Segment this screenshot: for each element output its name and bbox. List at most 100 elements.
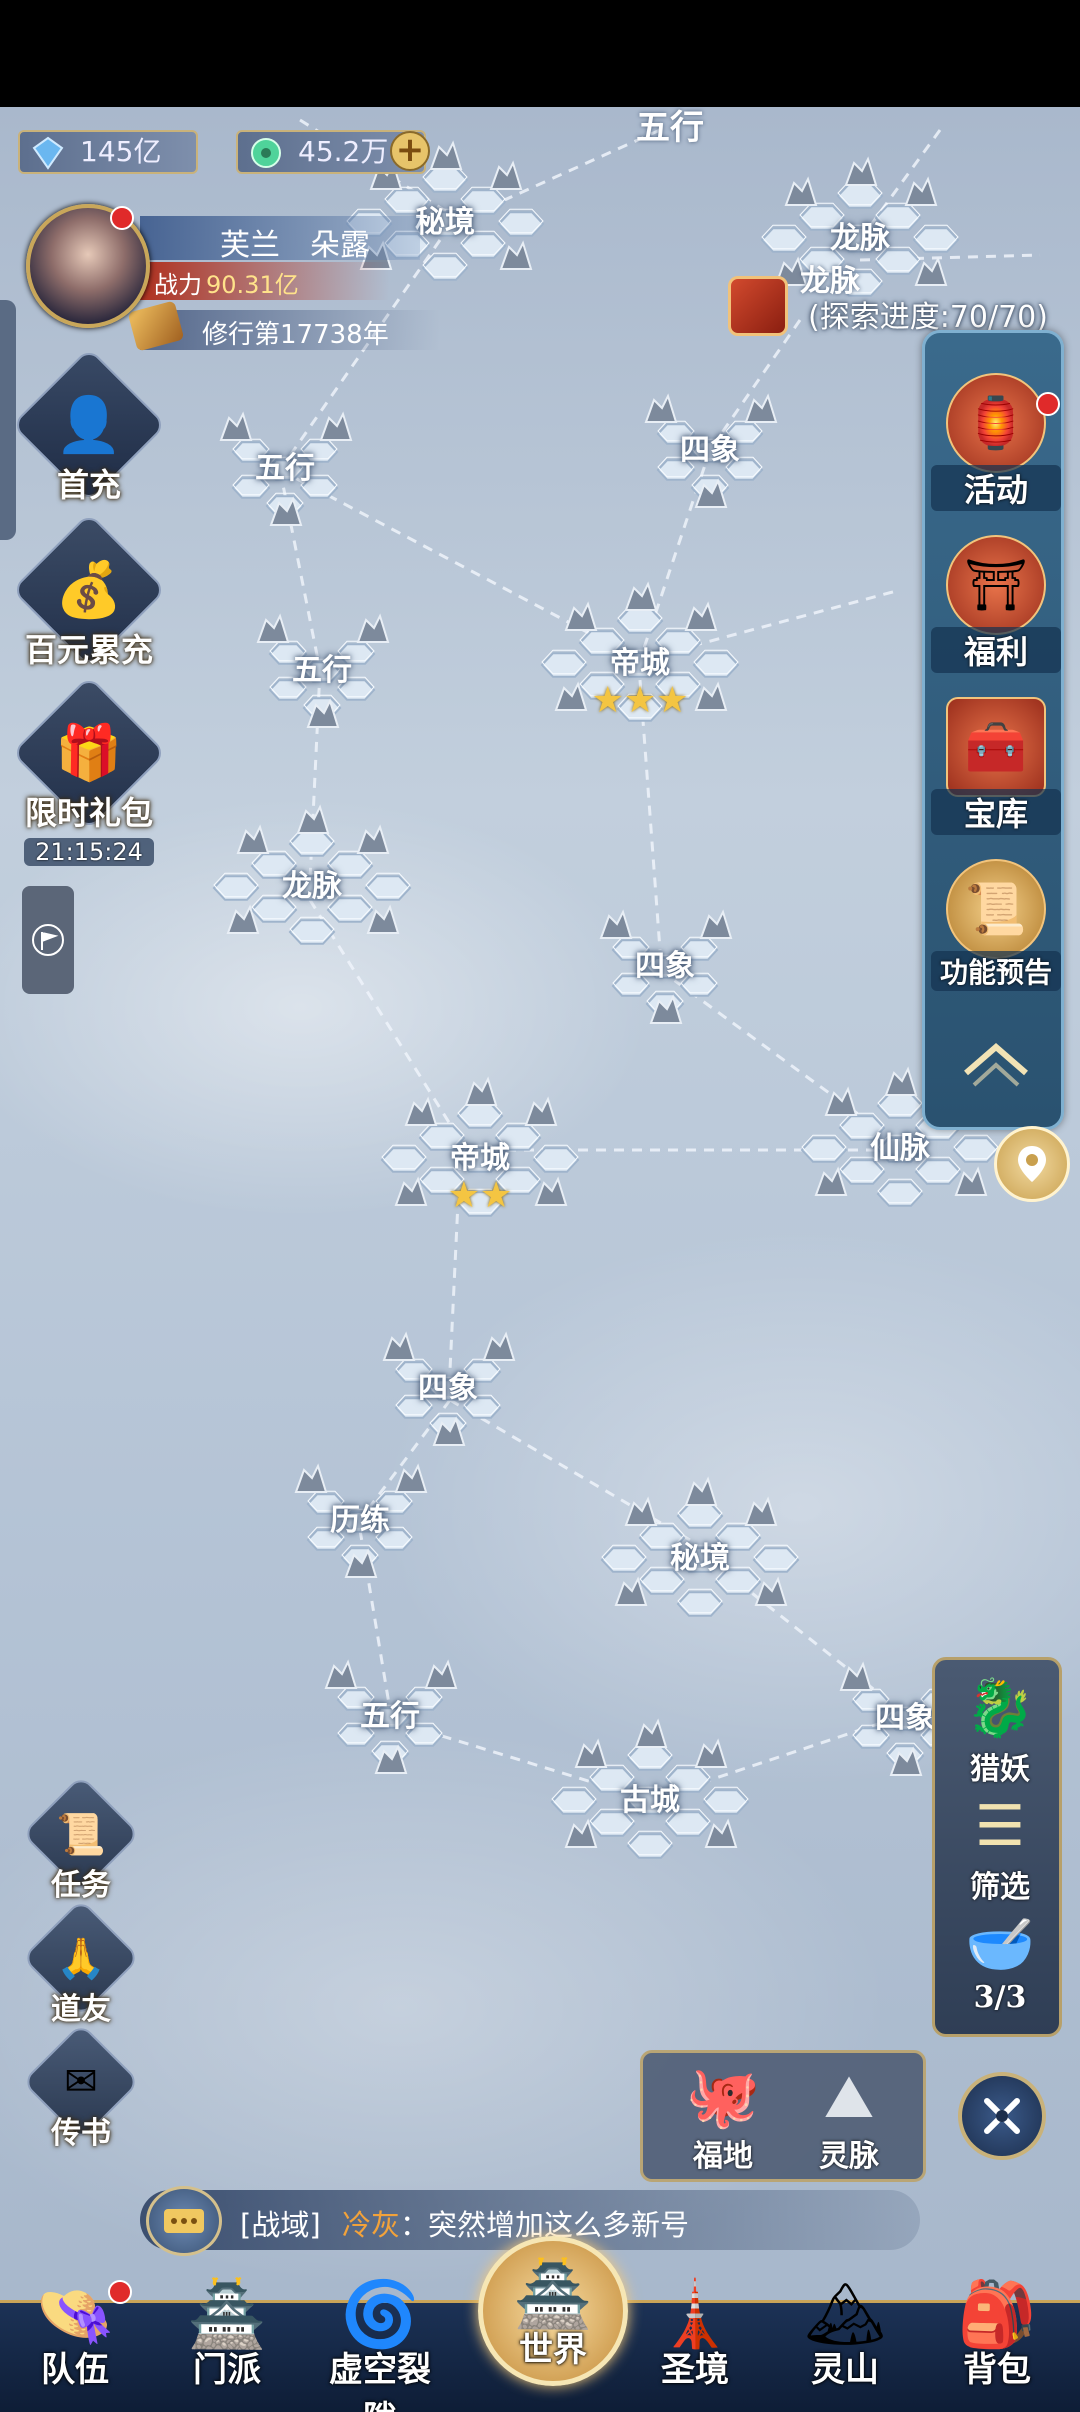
feature-preview-label: 功能预告: [931, 951, 1061, 991]
right-tools-panel: 🐉 猎妖 ☰ 筛选 🥣 3/3: [932, 1657, 1062, 2037]
map-node-label: 龙脉: [282, 869, 342, 904]
map-node-sixiang-2[interactable]: 四象: [565, 883, 765, 1053]
nav-mountain[interactable]: 🏔 灵山: [780, 2270, 910, 2391]
map-node-stars: ★★: [447, 1175, 513, 1216]
nav-label: 圣境: [661, 2350, 729, 2390]
chat-sender: 冷灰: [342, 2208, 401, 2242]
nav-label: 虚空裂隙: [329, 2350, 431, 2412]
spirit-vein-label: 灵脉: [819, 2139, 879, 2174]
status-bar: [0, 0, 1080, 107]
player-name-bar: 芙兰 朵露: [140, 216, 420, 263]
lantern-icon: 🏮: [946, 373, 1046, 473]
nav-label: 门派: [193, 2350, 261, 2390]
collapse-panel-button[interactable]: [925, 1033, 1067, 1097]
bowl-icon: 🥣: [965, 1912, 1035, 1977]
friends-label: 道友: [51, 1992, 111, 2027]
map-node-dicheng-2[interactable]: 帝城 ★★: [380, 1075, 580, 1245]
letters-label: 传书: [51, 2116, 111, 2151]
flag-icon: [32, 924, 64, 956]
spirit-stone-value: 145亿: [80, 135, 162, 168]
map-node-label: 四象: [680, 433, 740, 468]
treasury-label: 宝库: [931, 789, 1061, 835]
map-node-label: 五行: [360, 1699, 420, 1734]
land-popup: 🐙 福地 ⛰ 灵脉: [640, 2050, 926, 2182]
cumulative-recharge-button[interactable]: 💰 百元累充: [11, 512, 167, 671]
map-node-label: 古城: [620, 1783, 680, 1818]
location-button[interactable]: [994, 1126, 1070, 1202]
map-node-label: 四象: [418, 1371, 478, 1406]
octopus-icon: 🐙: [685, 2062, 761, 2132]
vein-icon: ⛰: [823, 2062, 875, 2132]
jade-coin-icon: [251, 138, 281, 168]
map-node-label: 帝城: [610, 646, 670, 681]
chevron-up-icon: [964, 1043, 1028, 1087]
map-node-longmai-2[interactable]: 龙脉: [212, 803, 412, 973]
chat-separator: ：: [400, 2208, 430, 2242]
map-node-wuxing-3[interactable]: 五行: [290, 1633, 490, 1803]
map-node-wuxing-2[interactable]: 五行: [222, 587, 422, 757]
scroll-preview-icon: 📜: [946, 859, 1046, 959]
map-node-gucheng[interactable]: 古城: [550, 1717, 750, 1887]
right-activity-panel: 🏮 活动 ⛩ 福利 🧰 宝库 📜 功能预告: [922, 330, 1064, 1130]
power-label: 战力: [154, 271, 202, 299]
map-node-label: 五行: [292, 653, 352, 688]
map-node-dicheng-1[interactable]: 帝城 ★★★: [540, 580, 740, 750]
filter-icon: ☰: [974, 1794, 1026, 1859]
nav-label: 灵山: [811, 2350, 879, 2390]
map-node-label: 秘境: [670, 1541, 730, 1576]
location-pin-icon: [1018, 1146, 1046, 1182]
pavilion-icon: ⛩: [946, 535, 1046, 635]
filter-label: 筛选: [970, 1870, 1030, 1905]
map-node-lilian[interactable]: 历练: [260, 1437, 460, 1607]
friends-button[interactable]: 🙏 道友: [6, 1898, 156, 2028]
chat-bubble-icon: [164, 2209, 204, 2233]
nav-backpack[interactable]: 🎒 背包: [932, 2270, 1062, 2391]
first-recharge-label: 首充: [56, 466, 121, 504]
nav-temple[interactable]: 🏯 门派: [162, 2270, 292, 2391]
spirit-stone-counter[interactable]: 145亿: [18, 130, 198, 174]
limited-gift-button[interactable]: 🎁 限时礼包 21:15:24: [11, 675, 167, 866]
top-partial-node-label: 五行: [636, 108, 704, 148]
map-node-stars: ★★★: [591, 680, 689, 721]
demon-hunt-button[interactable]: 🐉 猎妖: [935, 1674, 1065, 1788]
demon-hunt-label: 猎妖: [970, 1752, 1030, 1787]
power-bar: 战力 90.31亿: [140, 262, 390, 300]
team-notification-dot: [108, 2280, 132, 2304]
flag-button[interactable]: [22, 886, 74, 994]
activity-label: 活动: [931, 465, 1061, 511]
chat-channel: [战域]: [240, 2208, 321, 2242]
explore-chest-icon[interactable]: [728, 276, 788, 336]
letters-button[interactable]: ✉ 传书: [6, 2022, 156, 2152]
cultivation-text: 修行第17738年: [202, 320, 389, 350]
map-node-wuxing-1[interactable]: 五行: [185, 385, 385, 555]
cumulative-recharge-label: 百元累充: [24, 631, 153, 669]
blessed-land-button[interactable]: 🐙 福地: [663, 2057, 783, 2175]
nav-tower[interactable]: 🗼 圣境: [630, 2270, 760, 2391]
nav-vortex[interactable]: 🌀 虚空裂隙: [315, 2270, 445, 2412]
avatar-notification-dot: [110, 206, 134, 230]
map-node-label: 历练: [330, 1503, 390, 1538]
gift-timer: 21:15:24: [24, 838, 154, 866]
map-toggle-button[interactable]: [958, 2072, 1046, 2160]
chat-button[interactable]: [146, 2186, 222, 2256]
filter-button[interactable]: ☰ 筛选: [935, 1792, 1065, 1906]
nav-palace[interactable]: 🏯 世界: [478, 2250, 628, 2371]
add-currency-button[interactable]: +: [390, 131, 430, 171]
map-node-sixiang-1[interactable]: 四象: [610, 367, 810, 537]
stamina-button[interactable]: 🥣 3/3: [935, 1910, 1065, 2015]
welfare-button[interactable]: ⛩ 福利: [925, 535, 1067, 673]
welfare-label: 福利: [931, 627, 1061, 673]
treasure-chest-icon: 🧰: [946, 697, 1046, 797]
spirit-vein-button[interactable]: ⛰ 灵脉: [789, 2057, 909, 2175]
tasks-button[interactable]: 📜 任务: [6, 1774, 156, 1904]
map-node-label: 龙脉: [830, 221, 890, 256]
map-node-mijing-2[interactable]: 秘境: [600, 1475, 800, 1645]
limited-gift-label: 限时礼包: [24, 794, 153, 832]
cultivation-bar: 修行第17738年: [140, 310, 440, 350]
beast-icon: 🐉: [965, 1676, 1035, 1741]
treasury-button[interactable]: 🧰 宝库: [925, 697, 1067, 835]
first-recharge-button[interactable]: 👤 首充: [11, 347, 167, 506]
player-name: 芙兰 朵露: [220, 228, 370, 263]
activity-notification-dot: [1036, 392, 1060, 416]
feature-preview-button[interactable]: 📜 功能预告: [925, 859, 1067, 991]
